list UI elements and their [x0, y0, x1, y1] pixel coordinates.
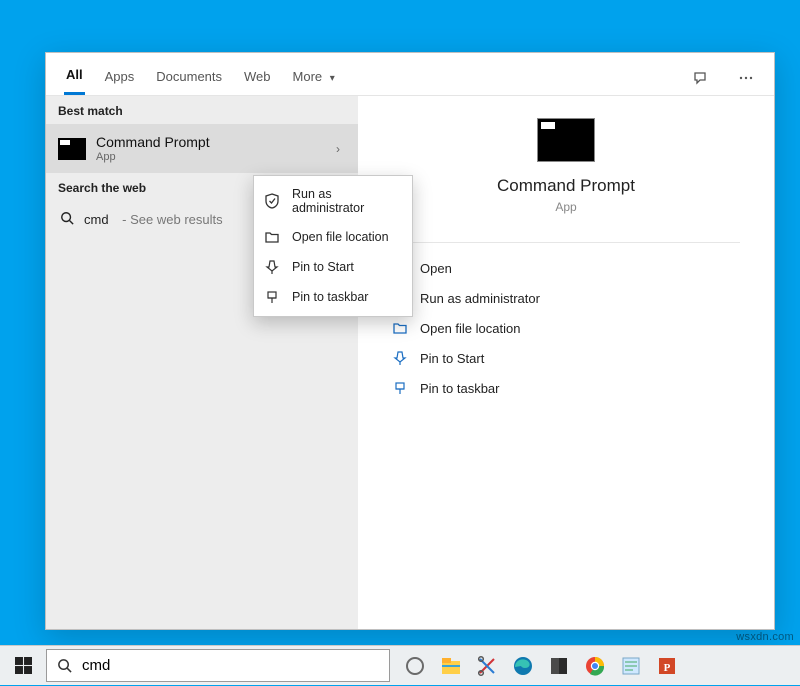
taskbar-pinned-apps	[390, 646, 684, 685]
pin-icon	[264, 289, 280, 305]
ctx-label: Pin to taskbar	[292, 290, 368, 304]
action-open[interactable]: Open	[380, 253, 752, 283]
powerpoint-icon	[656, 655, 678, 677]
action-pin-to-taskbar[interactable]: Pin to taskbar	[380, 373, 752, 403]
result-command-prompt[interactable]: Command Prompt App ›	[46, 124, 358, 173]
action-label: Pin to Start	[420, 351, 484, 366]
tab-documents[interactable]: Documents	[154, 63, 224, 94]
search-results-window: All Apps Documents Web More ▾ Best match…	[45, 52, 775, 630]
ctx-pin-to-start[interactable]: Pin to Start	[254, 252, 412, 282]
web-hint: - See web results	[119, 212, 223, 227]
taskbar-edge[interactable]	[506, 646, 540, 686]
tab-more-label: More	[293, 69, 323, 84]
pin-icon	[392, 380, 408, 396]
folder-icon	[264, 229, 280, 245]
preview-actions: Open Run as administrator Open file loca…	[358, 249, 774, 407]
ctx-open-file-location[interactable]: Open file location	[254, 222, 412, 252]
divider	[392, 242, 740, 243]
search-icon	[47, 658, 82, 673]
result-subtitle: App	[96, 151, 210, 163]
preview-subtitle: App	[358, 200, 774, 214]
command-prompt-icon	[537, 118, 595, 162]
ctx-pin-to-taskbar[interactable]: Pin to taskbar	[254, 282, 412, 312]
ctx-label: Pin to Start	[292, 260, 354, 274]
options-button[interactable]	[732, 66, 760, 90]
tab-apps[interactable]: Apps	[103, 63, 137, 94]
result-preview-pane: Command Prompt App Open Run as administr…	[358, 96, 774, 629]
result-text: Command Prompt App	[96, 134, 210, 163]
action-label: Run as administrator	[420, 291, 540, 306]
action-label: Pin to taskbar	[420, 381, 500, 396]
action-run-as-admin[interactable]: Run as administrator	[380, 283, 752, 313]
more-icon	[738, 70, 754, 86]
web-query: cmd	[84, 212, 109, 227]
search-input[interactable]	[82, 657, 389, 674]
action-label: Open file location	[420, 321, 520, 336]
taskbar	[0, 645, 800, 685]
taskbar-notepad[interactable]	[614, 646, 648, 686]
context-menu: Run as administrator Open file location …	[253, 175, 413, 317]
action-pin-to-start[interactable]: Pin to Start	[380, 343, 752, 373]
tab-more[interactable]: More ▾	[291, 63, 337, 94]
search-scope-tabs: All Apps Documents Web More ▾	[46, 53, 774, 96]
taskbar-snip[interactable]	[470, 646, 504, 686]
file-explorer-icon	[440, 655, 462, 677]
taskbar-chrome[interactable]	[578, 646, 612, 686]
windows-logo-icon	[15, 657, 32, 674]
watermark: wsxdn.com	[736, 631, 794, 643]
folder-icon	[392, 320, 408, 336]
chrome-icon	[584, 655, 606, 677]
ctx-label: Run as administrator	[292, 187, 402, 215]
cortana-icon	[404, 655, 426, 677]
action-open-file-location[interactable]: Open file location	[380, 313, 752, 343]
preview-header: Command Prompt App	[358, 114, 774, 230]
tab-all[interactable]: All	[64, 61, 85, 95]
search-icon	[60, 211, 74, 228]
ctx-label: Open file location	[292, 230, 389, 244]
preview-title: Command Prompt	[358, 176, 774, 196]
taskbar-file-explorer[interactable]	[434, 646, 468, 686]
feedback-icon	[692, 70, 708, 86]
pin-icon	[264, 259, 280, 275]
notepad-icon	[620, 655, 642, 677]
snip-icon	[476, 655, 498, 677]
best-match-header: Best match	[46, 96, 358, 124]
shield-icon	[264, 193, 280, 209]
result-title: Command Prompt	[96, 134, 210, 150]
taskbar-powerpoint[interactable]	[650, 646, 684, 686]
start-button[interactable]	[0, 646, 46, 685]
pin-icon	[392, 350, 408, 366]
command-prompt-icon	[58, 138, 86, 160]
action-label: Open	[420, 261, 452, 276]
app-icon	[548, 655, 570, 677]
chevron-right-icon: ›	[336, 142, 346, 156]
taskbar-app-dark[interactable]	[542, 646, 576, 686]
taskbar-cortana[interactable]	[398, 646, 432, 686]
edge-icon	[512, 655, 534, 677]
feedback-button[interactable]	[686, 66, 714, 90]
chevron-down-icon: ▾	[330, 73, 335, 84]
tab-web[interactable]: Web	[242, 63, 273, 94]
ctx-run-as-admin[interactable]: Run as administrator	[254, 180, 412, 222]
taskbar-search-box[interactable]	[46, 649, 390, 682]
